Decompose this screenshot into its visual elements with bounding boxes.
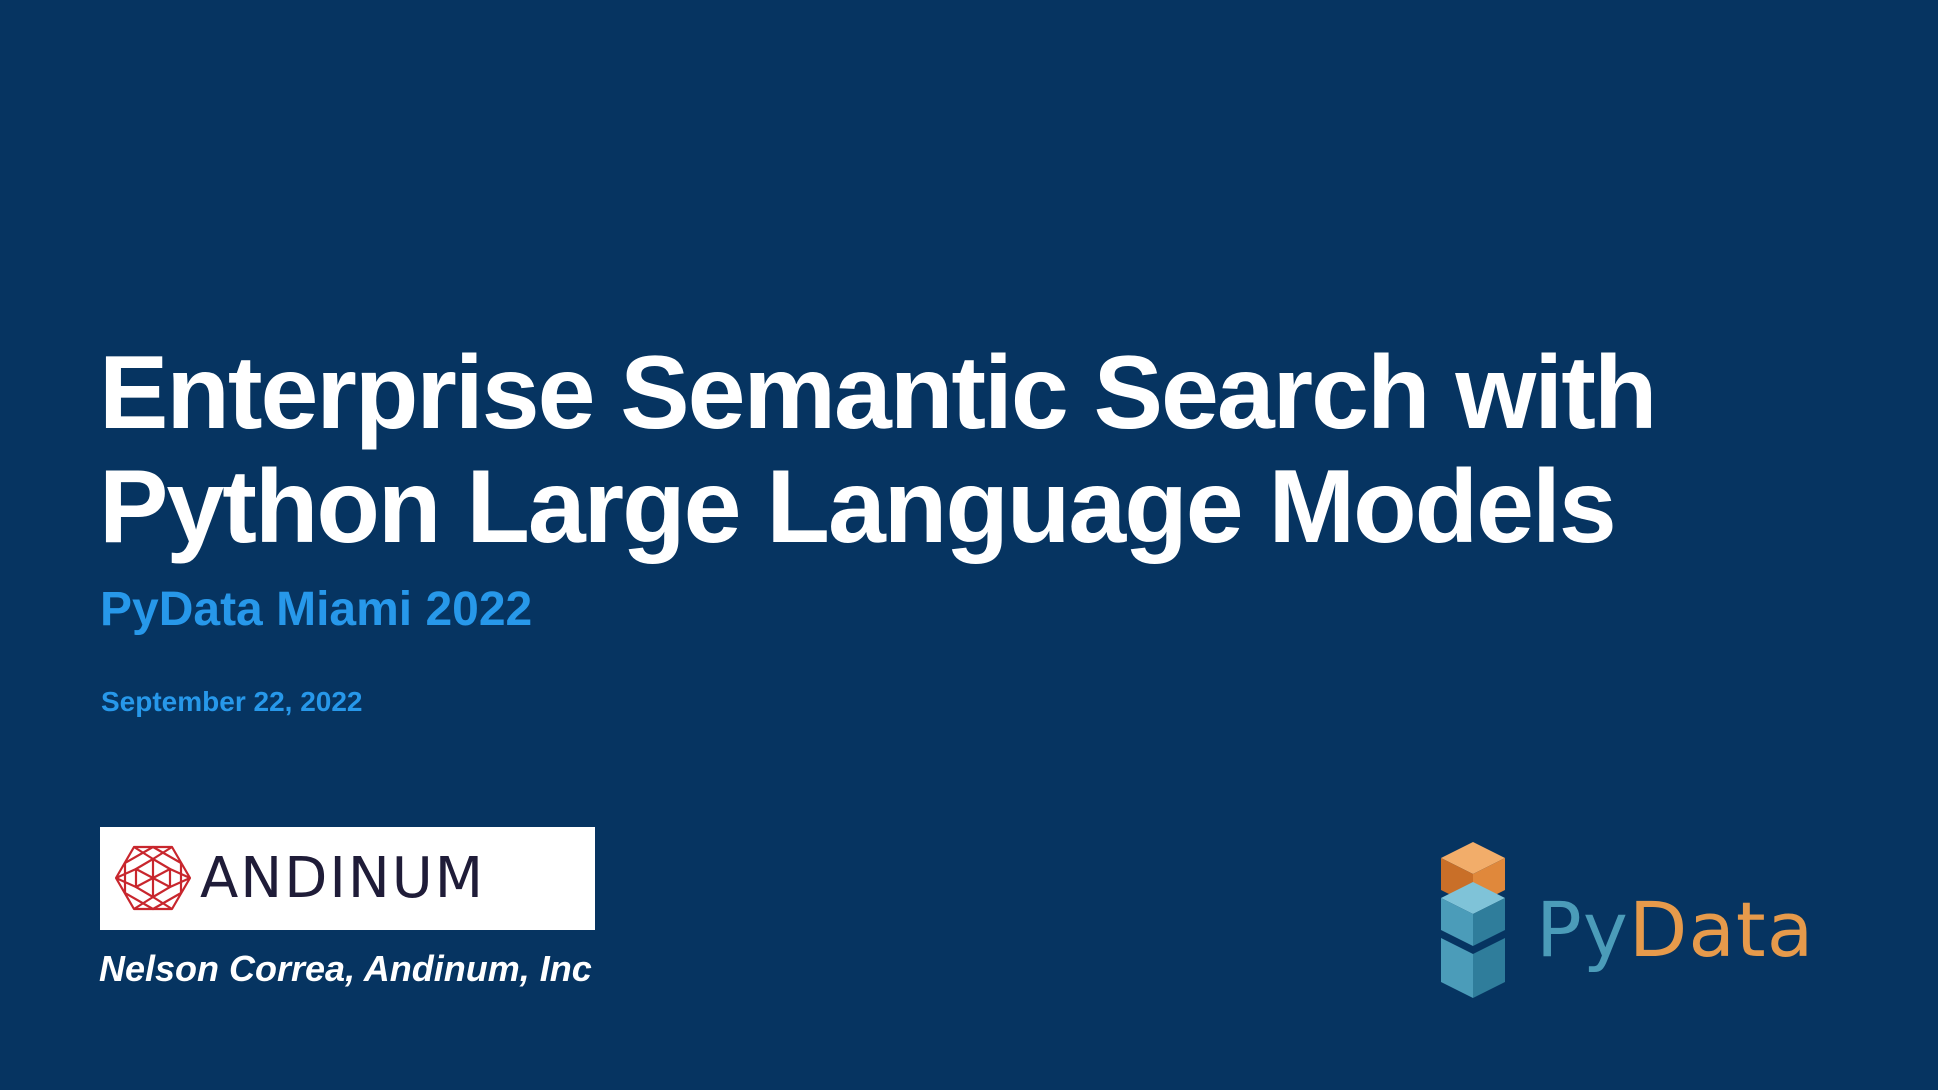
event-date: September 22, 2022 bbox=[101, 686, 363, 717]
slide-title-line-1: Enterprise Semantic Search with bbox=[99, 335, 1657, 451]
event-subtitle: PyData Miami 2022 bbox=[100, 583, 533, 636]
slide-title-line-2: Python Large Language Models bbox=[99, 449, 1617, 565]
stacked-cubes-icon bbox=[1441, 842, 1505, 998]
pydata-wordmark-data: Data bbox=[1628, 885, 1815, 974]
andinum-logo: ANDINUM bbox=[100, 827, 595, 930]
author-line: Nelson Correa, Andinum, Inc bbox=[99, 948, 592, 989]
slide-title: Enterprise Semantic Search with Python L… bbox=[99, 335, 1657, 565]
andinum-wordmark: ANDINUM bbox=[200, 846, 486, 911]
pydata-wordmark: PyData bbox=[1536, 888, 1814, 972]
red-polyhedron-icon bbox=[115, 845, 191, 911]
pydata-logo: PyData bbox=[1440, 840, 1840, 1000]
pydata-wordmark-py: Py bbox=[1536, 885, 1629, 974]
